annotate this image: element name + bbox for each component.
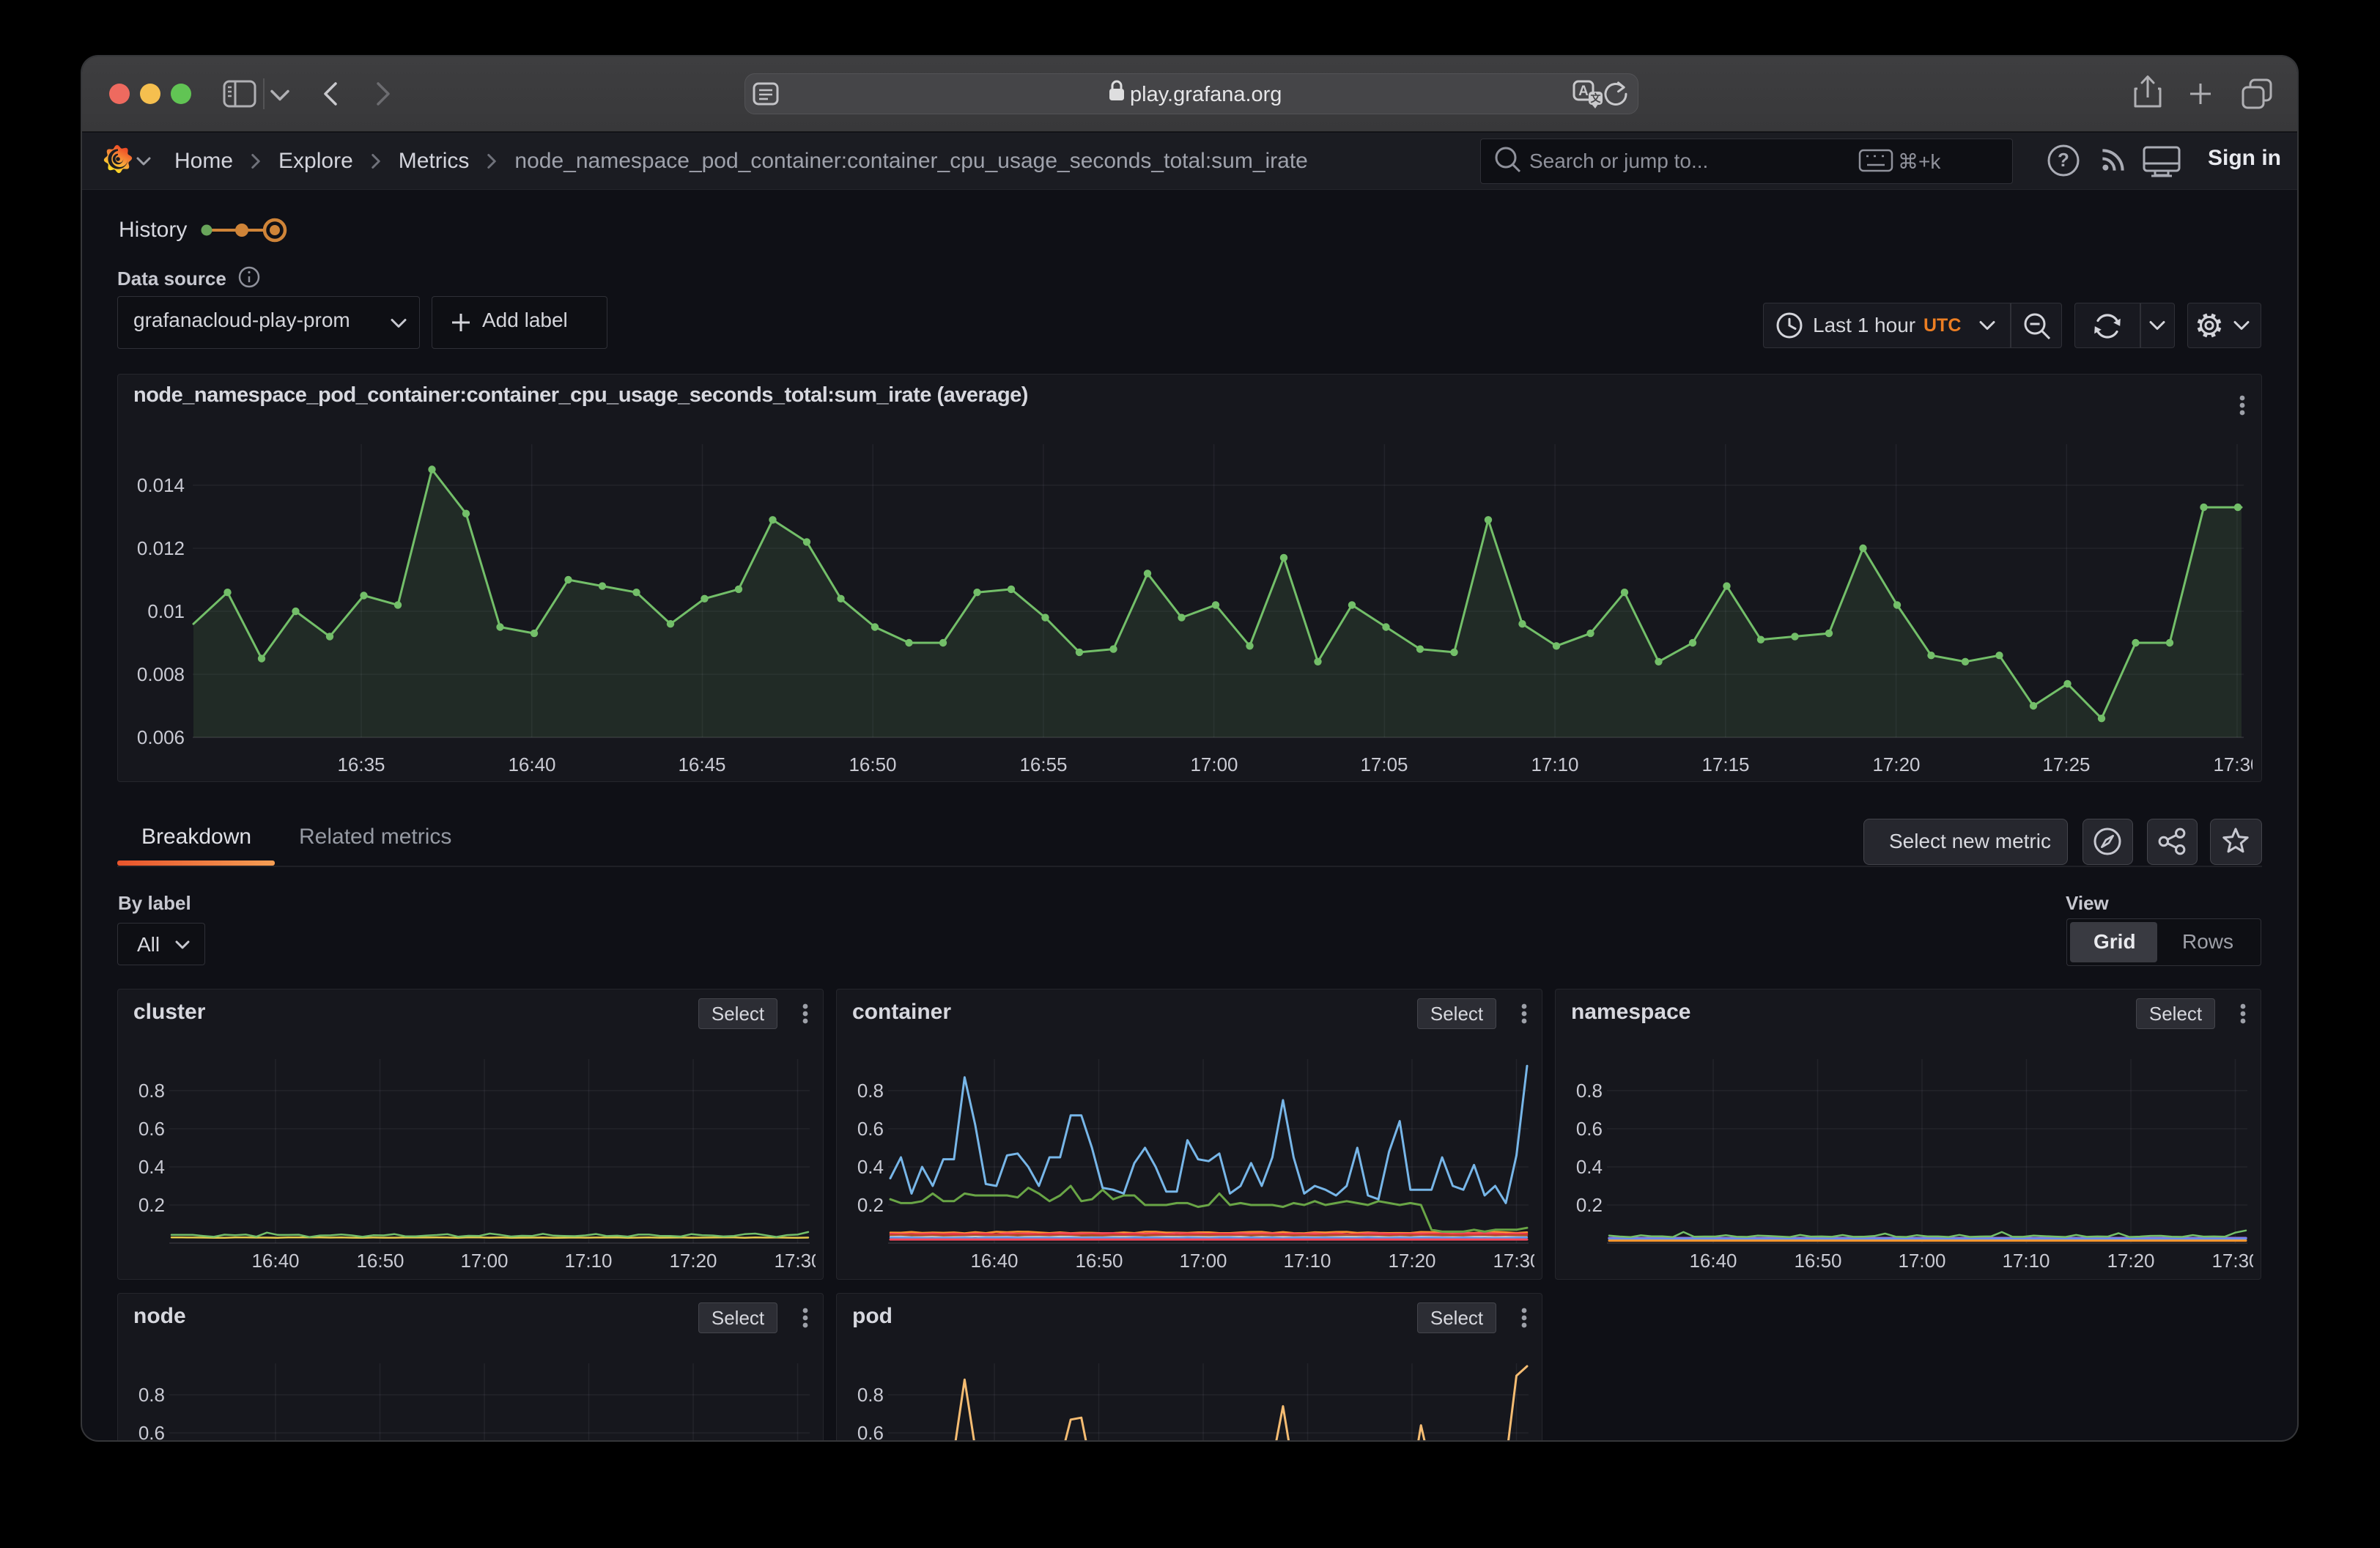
svg-text:17:00: 17:00 — [460, 1250, 508, 1272]
svg-text:0.4: 0.4 — [857, 1156, 884, 1178]
svg-text:0.8: 0.8 — [857, 1080, 884, 1102]
svg-text:17:20: 17:20 — [1388, 1250, 1435, 1272]
svg-text:16:50: 16:50 — [1075, 1250, 1123, 1272]
svg-text:17:10: 17:10 — [2002, 1250, 2050, 1272]
svg-text:17:00: 17:00 — [1179, 1250, 1227, 1272]
svg-text:文: 文 — [1591, 92, 1602, 104]
svg-text:17:20: 17:20 — [1872, 753, 1920, 775]
svg-text:0.6: 0.6 — [138, 1118, 165, 1140]
svg-text:17:10: 17:10 — [1283, 1250, 1331, 1272]
svg-text:17:20: 17:20 — [669, 1250, 717, 1272]
svg-text:0.012: 0.012 — [137, 537, 185, 559]
svg-text:0.014: 0.014 — [137, 474, 185, 496]
svg-text:0.6: 0.6 — [857, 1422, 884, 1440]
svg-text:17:30: 17:30 — [1493, 1250, 1540, 1272]
svg-text:17:30: 17:30 — [2211, 1250, 2259, 1272]
svg-text:0.2: 0.2 — [857, 1194, 884, 1216]
svg-text:0.6: 0.6 — [857, 1118, 884, 1140]
svg-text:16:45: 16:45 — [678, 753, 725, 775]
svg-text:0.8: 0.8 — [138, 1384, 165, 1406]
svg-text:0.4: 0.4 — [1576, 1156, 1603, 1178]
svg-text:17:30: 17:30 — [2213, 753, 2261, 775]
svg-text:17:30: 17:30 — [774, 1250, 821, 1272]
svg-text:16:40: 16:40 — [1689, 1250, 1737, 1272]
svg-text:17:20: 17:20 — [2107, 1250, 2154, 1272]
svg-text:17:15: 17:15 — [1701, 753, 1749, 775]
svg-text:0.2: 0.2 — [1576, 1194, 1603, 1216]
svg-text:17:10: 17:10 — [564, 1250, 612, 1272]
svg-text:0.8: 0.8 — [857, 1384, 884, 1406]
svg-text:17:00: 17:00 — [1190, 753, 1238, 775]
svg-text:16:40: 16:40 — [251, 1250, 299, 1272]
svg-text:17:10: 17:10 — [1531, 753, 1578, 775]
svg-text:16:50: 16:50 — [1794, 1250, 1841, 1272]
svg-text:0.8: 0.8 — [1576, 1080, 1603, 1102]
svg-text:16:55: 16:55 — [1019, 753, 1067, 775]
svg-text:0.01: 0.01 — [147, 600, 185, 622]
svg-text:0.2: 0.2 — [138, 1194, 165, 1216]
svg-text:0.4: 0.4 — [138, 1156, 165, 1178]
svg-text:0.6: 0.6 — [1576, 1118, 1603, 1140]
svg-text:16:50: 16:50 — [356, 1250, 404, 1272]
svg-text:16:40: 16:40 — [508, 753, 555, 775]
svg-text:17:00: 17:00 — [1898, 1250, 1945, 1272]
svg-text:0.8: 0.8 — [138, 1080, 165, 1102]
svg-text:16:35: 16:35 — [337, 753, 385, 775]
svg-text:16:40: 16:40 — [970, 1250, 1018, 1272]
svg-text:A: A — [1578, 84, 1589, 99]
svg-text:17:25: 17:25 — [2042, 753, 2090, 775]
svg-text:0.008: 0.008 — [137, 663, 185, 685]
svg-text:0.006: 0.006 — [137, 726, 185, 748]
svg-text:17:05: 17:05 — [1360, 753, 1408, 775]
svg-text:0.6: 0.6 — [138, 1422, 165, 1440]
svg-text:16:50: 16:50 — [849, 753, 896, 775]
